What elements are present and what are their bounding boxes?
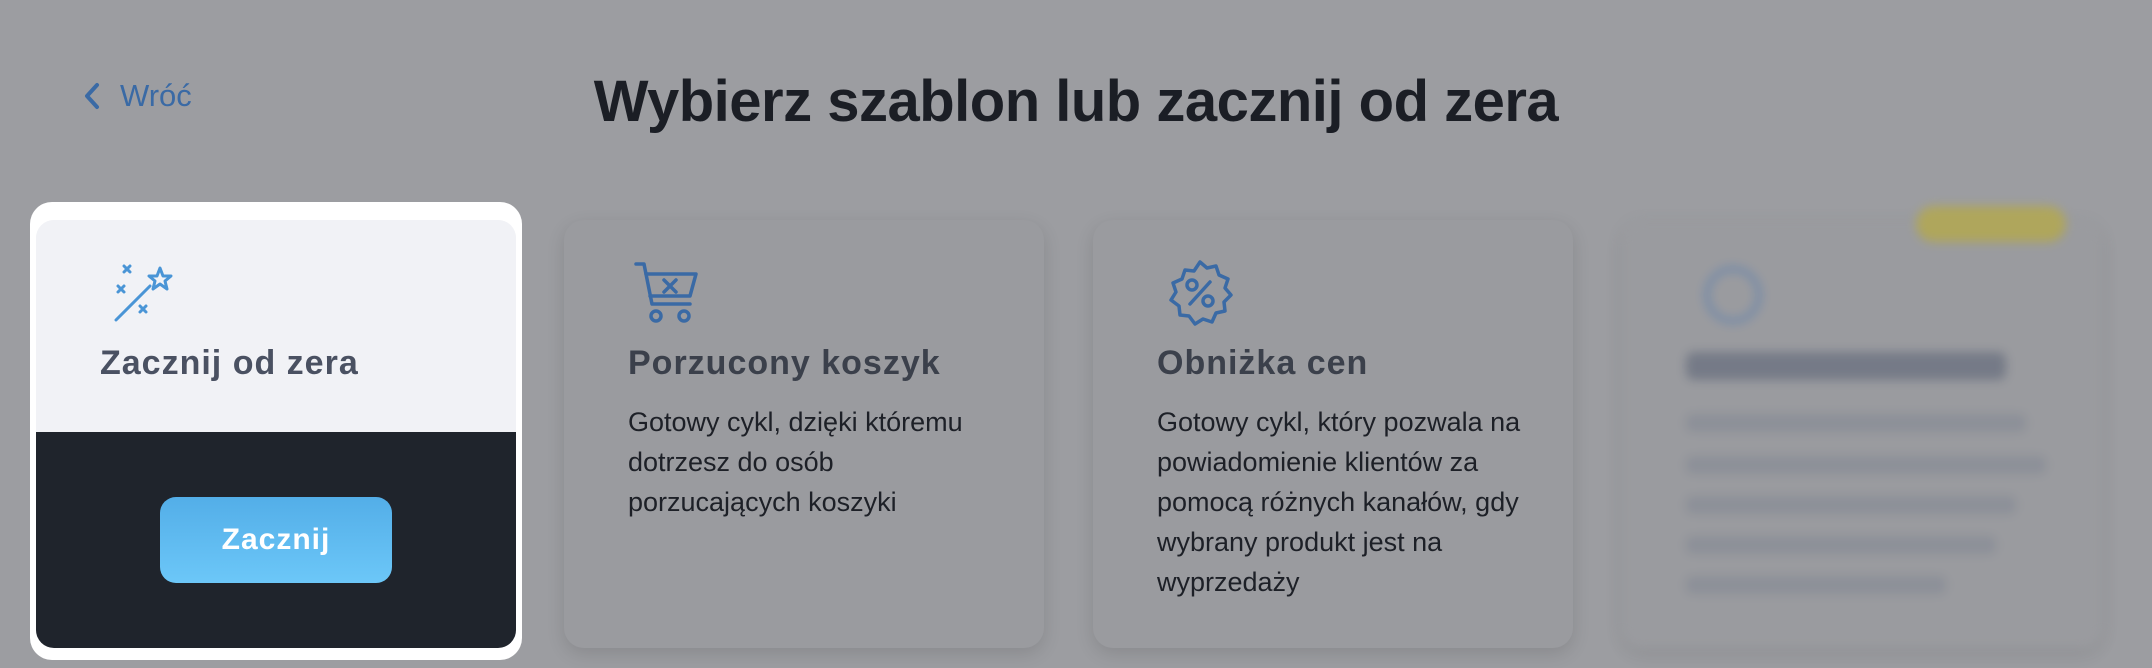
blurred-line — [1686, 576, 1946, 594]
cart-x-icon — [634, 262, 698, 323]
template-card-locked[interactable] — [1622, 206, 2102, 648]
blurred-line — [1686, 414, 2026, 432]
card-top — [36, 220, 516, 432]
card-title: Obniżka cen — [1157, 344, 1369, 382]
start-button[interactable]: Zacznij — [160, 497, 392, 583]
card-description: Gotowy cykl, który pozwala na powiadomie… — [1157, 407, 1521, 597]
card-title: Zacznij od zera — [100, 344, 359, 382]
template-card-abandoned-cart[interactable]: Porzucony koszyk Gotowy cykl, dzięki któ… — [564, 220, 1044, 648]
plan-badge — [1916, 206, 2066, 242]
card-description: Gotowy cykl, dzięki któremu dotrzesz do … — [628, 407, 963, 517]
blurred-line — [1686, 536, 1996, 554]
blurred-line — [1686, 456, 2046, 474]
template-card-price-drop[interactable]: Obniżka cen Gotowy cykl, który pozwala n… — [1093, 220, 1573, 648]
discount-badge-icon — [1169, 260, 1233, 326]
blurred-title — [1686, 352, 2006, 380]
template-icon — [1705, 267, 1761, 323]
blurred-line — [1686, 496, 2016, 514]
card-action-panel: Zacznij — [36, 432, 516, 648]
page-title: Wybierz szablon lub zacznij od zera — [593, 69, 1559, 134]
magic-wand-icon — [114, 264, 173, 322]
card-title: Porzucony koszyk — [628, 344, 941, 382]
start-from-scratch-card[interactable]: Zacznij od zera Zacznij — [36, 220, 516, 648]
